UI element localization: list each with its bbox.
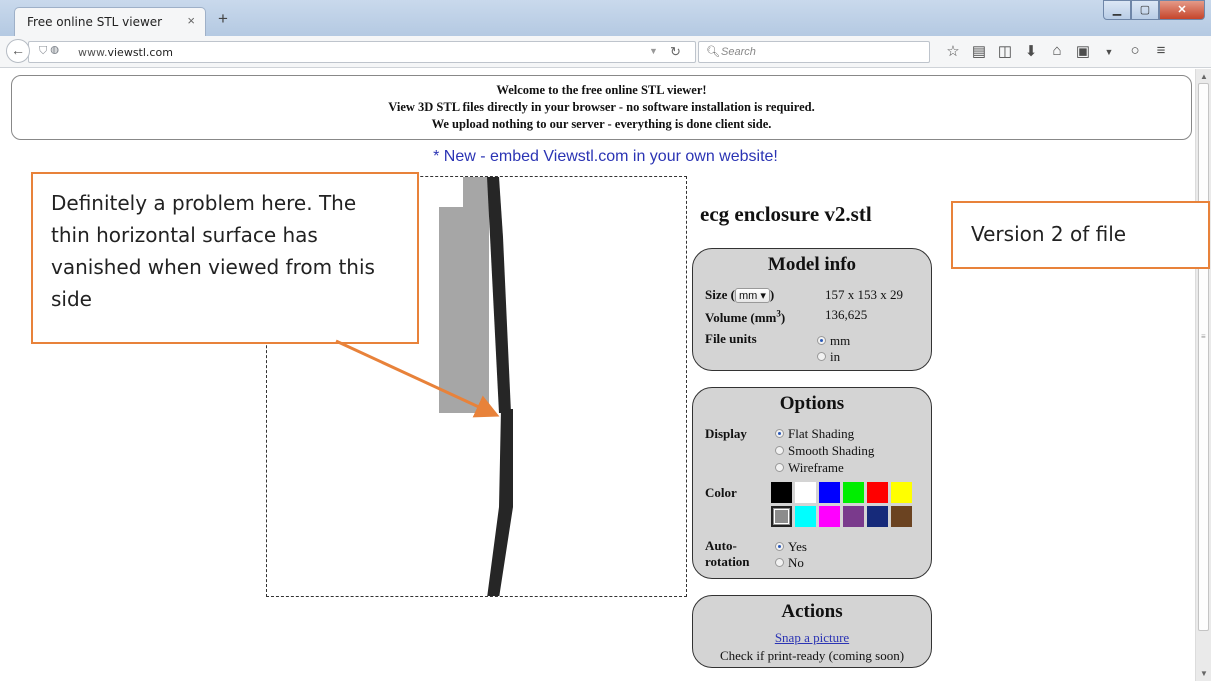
model-front-face-lower	[487, 409, 513, 596]
color-swatch-white[interactable]	[795, 482, 816, 503]
callout-version-text: Version 2 of file	[971, 222, 1127, 246]
welcome-banner: Welcome to the free online STL viewer! V…	[11, 75, 1192, 140]
model-filename: ecg enclosure v2.stl	[700, 202, 872, 226]
scrollbar-grip-icon: ≡	[1201, 332, 1206, 341]
search-placeholder: Search	[721, 46, 756, 58]
window-controls: ▁ ▢ ✕	[1103, 0, 1205, 20]
file-units-label: File units	[705, 331, 757, 346]
model-front-face-upper	[487, 177, 511, 413]
site-identity-icon[interactable]: ⛉ ◍	[39, 45, 59, 58]
color-swatch-green[interactable]	[843, 482, 864, 503]
unit-radio-in[interactable]: in	[817, 349, 840, 365]
size-unit-select[interactable]: mm ▾	[734, 288, 770, 303]
snap-picture-link[interactable]: Snap a picture	[693, 630, 931, 646]
options-panel: Options Display Flat Shading Smooth Shad…	[692, 387, 932, 579]
bookmark-star-icon[interactable]: ☆	[940, 42, 966, 62]
radio-smooth-icon[interactable]	[775, 446, 784, 455]
color-swatch-purple[interactable]	[843, 506, 864, 527]
search-field[interactable]: 🔍︎ Search	[698, 41, 930, 63]
color-label: Color	[705, 485, 737, 500]
navigation-toolbar: ⛉ ◍ www.viewstl.com ▼ ↻ ← 🔍︎ Search ☆ ▤ …	[0, 36, 1211, 68]
autorotation-label: Auto-rotation	[705, 538, 750, 569]
color-swatch-navy[interactable]	[867, 506, 888, 527]
actions-title: Actions	[781, 601, 843, 622]
color-swatch-cyan[interactable]	[795, 506, 816, 527]
autorotation-no[interactable]: No	[775, 555, 804, 571]
radio-no-icon[interactable]	[775, 558, 784, 567]
display-wireframe[interactable]: Wireframe	[775, 460, 844, 476]
reading-list-icon[interactable]: ▤	[966, 42, 992, 62]
color-swatch-gray[interactable]	[771, 506, 792, 527]
maximize-button[interactable]: ▢	[1131, 0, 1159, 20]
radio-yes-icon[interactable]	[775, 542, 784, 551]
back-button[interactable]: ←	[6, 39, 30, 63]
embed-link[interactable]: * New - embed Viewstl.com in your own we…	[0, 148, 1211, 166]
print-ready-check: Check if print-ready (coming soon)	[719, 648, 905, 663]
display-label: Display	[705, 426, 747, 441]
address-bar[interactable]: ⛉ ◍ www.viewstl.com ▼ ↻	[28, 41, 696, 63]
home-icon[interactable]: ⌂	[1044, 42, 1070, 62]
chat-icon[interactable]: ○	[1122, 42, 1148, 62]
scroll-down-arrow-icon[interactable]: ▼	[1200, 669, 1208, 678]
radio-flat-icon[interactable]	[775, 429, 784, 438]
reload-icon[interactable]: ↻	[670, 44, 681, 60]
radio-mm-icon[interactable]	[817, 336, 826, 345]
new-tab-button[interactable]: +	[218, 9, 228, 29]
volume-value: 136,625	[825, 307, 868, 322]
color-swatch-yellow[interactable]	[891, 482, 912, 503]
color-swatch-blue[interactable]	[819, 482, 840, 503]
pocket-icon[interactable]: ◫	[992, 42, 1018, 62]
volume-label: Volume (mm3)	[705, 309, 786, 326]
display-smooth-shading[interactable]: Smooth Shading	[775, 443, 874, 459]
menu-icon[interactable]: ≡	[1148, 42, 1174, 62]
banner-line-2: View 3D STL files directly in your brows…	[388, 100, 815, 114]
extension-icon[interactable]: ▣	[1070, 42, 1096, 62]
browser-tab[interactable]: Free online STL viewer ×	[14, 7, 206, 36]
autorotation-yes[interactable]: Yes	[775, 539, 807, 555]
radio-wireframe-icon[interactable]	[775, 463, 784, 472]
color-swatch-brown[interactable]	[891, 506, 912, 527]
banner-line-3: We upload nothing to our server - everyt…	[431, 117, 772, 131]
color-swatch-black[interactable]	[771, 482, 792, 503]
toolbar-icons: ☆ ▤ ◫ ⬇ ⌂ ▣ ▼ ○ ≡	[940, 42, 1174, 62]
search-icon: 🔍︎	[706, 46, 720, 58]
url-text[interactable]: www.viewstl.com	[78, 46, 173, 59]
model-top-edge	[463, 177, 489, 207]
unit-radio-mm[interactable]: mm	[817, 333, 850, 349]
options-title: Options	[779, 393, 845, 414]
extension-dropdown-icon[interactable]: ▼	[1096, 42, 1122, 62]
model-info-title: Model info	[767, 254, 857, 275]
radio-in-icon[interactable]	[817, 352, 826, 361]
tab-close-icon[interactable]: ×	[187, 13, 195, 28]
model-side-panel	[439, 207, 489, 413]
url-dropdown-icon[interactable]: ▼	[649, 46, 658, 56]
annotation-callout-problem: Definitely a problem here. The thin hori…	[31, 172, 419, 344]
browser-titlebar: Free online STL viewer × + ▁ ▢ ✕	[0, 0, 1211, 36]
downloads-icon[interactable]: ⬇	[1018, 42, 1044, 62]
size-value: 157 x 153 x 29	[825, 287, 903, 302]
tab-title: Free online STL viewer	[27, 15, 163, 29]
color-swatch-red[interactable]	[867, 482, 888, 503]
color-swatch-magenta[interactable]	[819, 506, 840, 527]
minimize-button[interactable]: ▁	[1103, 0, 1131, 20]
scroll-up-arrow-icon[interactable]: ▲	[1200, 72, 1208, 81]
close-window-button[interactable]: ✕	[1159, 0, 1205, 20]
size-row: Size (mm ▾)	[705, 287, 775, 303]
callout-problem-text: Definitely a problem here. The thin hori…	[51, 191, 375, 311]
display-flat-shading[interactable]: Flat Shading	[775, 426, 854, 442]
annotation-callout-version: Version 2 of file	[951, 201, 1210, 269]
actions-panel: Actions Snap a picture Check if print-re…	[692, 595, 932, 668]
model-info-panel: Model info Size (mm ▾) 157 x 153 x 29 Vo…	[692, 248, 932, 371]
banner-line-1: Welcome to the free online STL viewer!	[496, 83, 707, 97]
